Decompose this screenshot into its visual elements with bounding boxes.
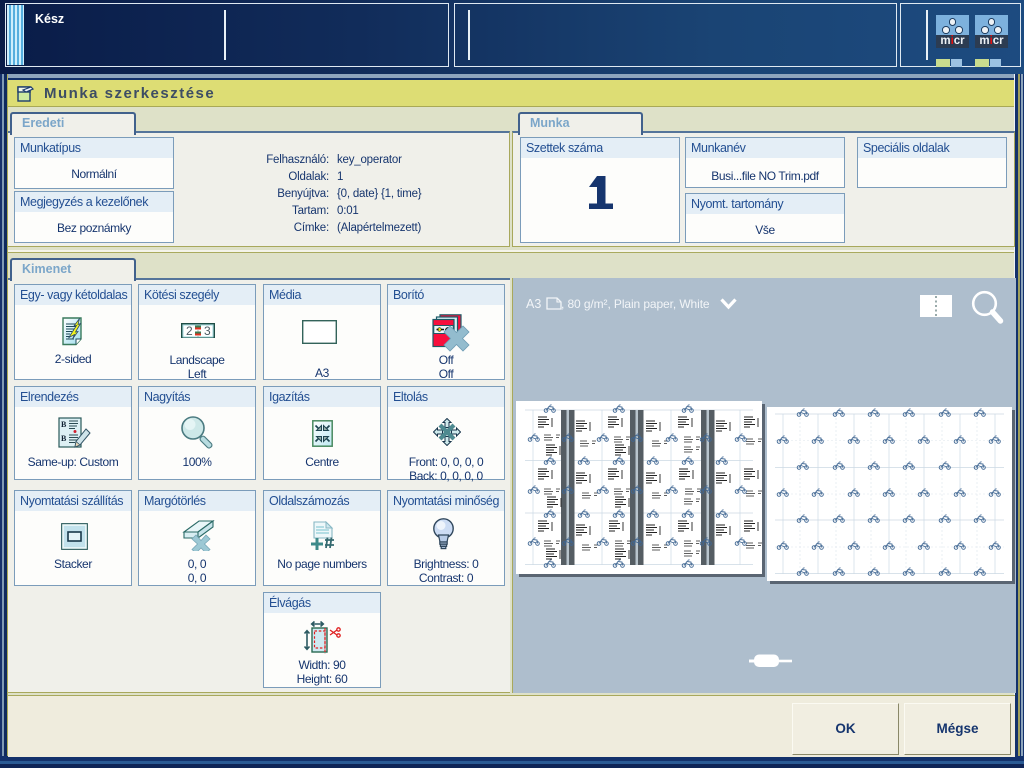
svg-text:2: 2 (186, 324, 193, 338)
svg-text:3: 3 (204, 324, 211, 338)
svg-text:B: B (61, 434, 67, 443)
svg-text:B: B (61, 420, 67, 429)
